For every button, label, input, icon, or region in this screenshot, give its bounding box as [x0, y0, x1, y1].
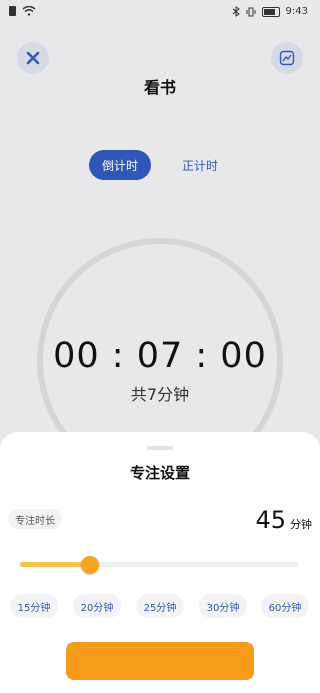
status-left	[9, 6, 36, 16]
sheet-drag-handle[interactable]	[147, 446, 173, 450]
page-title: 看书	[143, 78, 176, 97]
battery-icon	[261, 6, 280, 17]
duration-slider-fill	[20, 562, 90, 567]
status-bar: 9:43	[0, 0, 320, 24]
preset-chip[interactable]: 30分钟	[199, 594, 247, 618]
duration-value: 45 分钟	[255, 506, 312, 534]
timer-display: 00 : 07 : 00	[53, 336, 267, 376]
duration-number: 45	[255, 506, 286, 534]
vibrate-icon	[246, 7, 256, 16]
preset-chip[interactable]: 60分钟	[261, 594, 309, 618]
tab-countdown[interactable]: 倒计时	[89, 150, 151, 180]
tab-countup[interactable]: 正计时	[170, 150, 230, 180]
stats-button[interactable]	[271, 42, 303, 74]
preset-chip[interactable]: 15分钟	[10, 594, 58, 618]
duration-slider-thumb[interactable]	[80, 556, 99, 574]
wifi-icon	[22, 6, 36, 16]
bluetooth-icon	[232, 6, 240, 17]
duration-unit: 分钟	[290, 518, 312, 531]
start-button[interactable]	[66, 642, 254, 680]
sheet-title: 专注设置	[129, 464, 190, 482]
timer-total: 共7分钟	[130, 385, 190, 404]
preset-chip[interactable]: 25分钟	[136, 594, 184, 618]
status-right: 9:43	[232, 6, 308, 17]
duration-label: 专注时长	[8, 509, 62, 529]
sim-icon	[9, 6, 16, 16]
close-button[interactable]	[17, 42, 49, 74]
chart-icon	[279, 50, 295, 66]
status-time: 9:43	[285, 6, 308, 17]
close-icon	[26, 51, 40, 65]
preset-chip[interactable]: 20分钟	[73, 594, 121, 618]
